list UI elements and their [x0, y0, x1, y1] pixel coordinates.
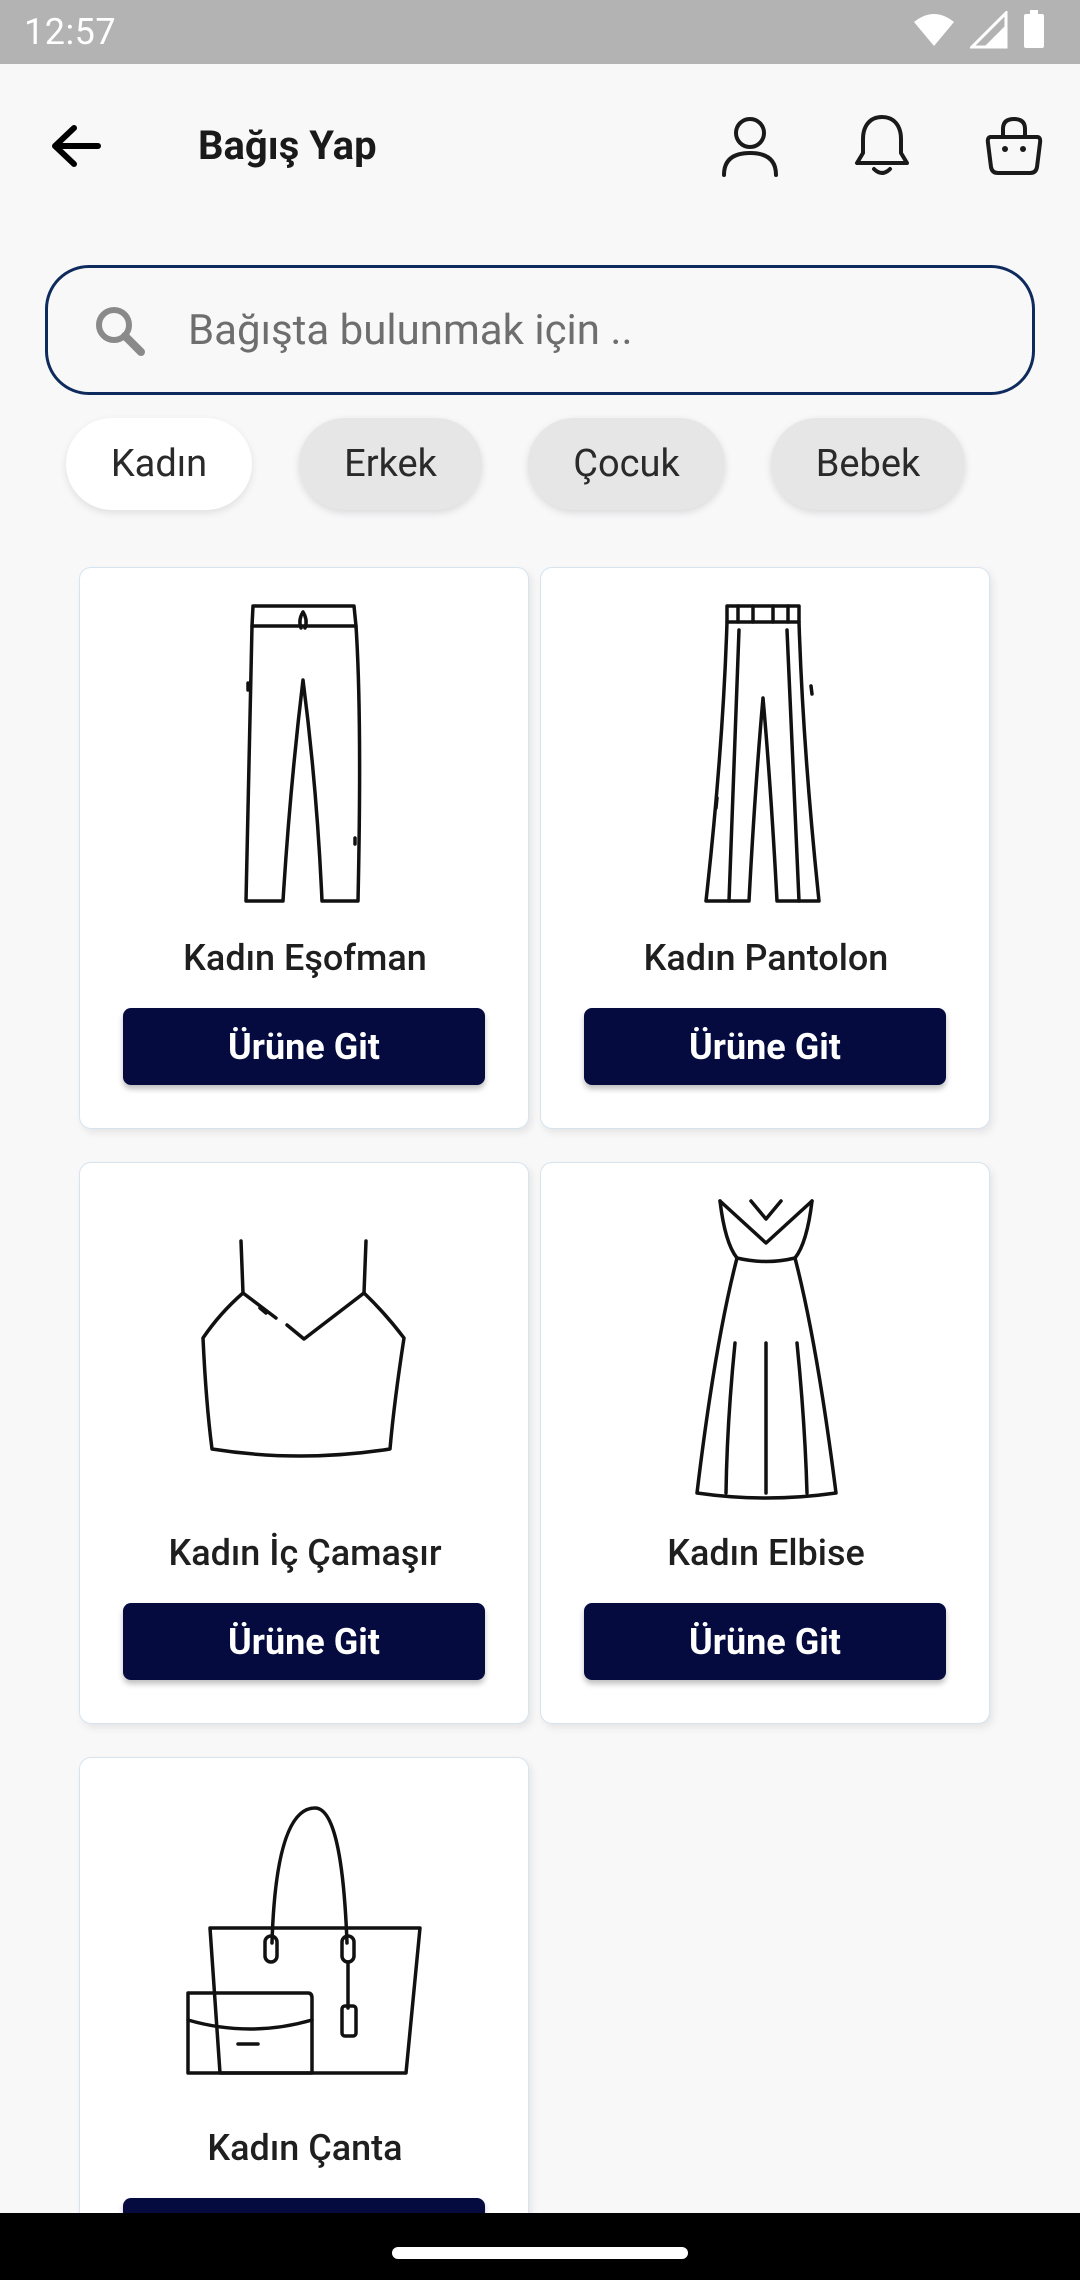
shopping-bag-icon[interactable]: [978, 110, 1050, 182]
handbag-icon: [80, 1758, 530, 2128]
go-to-product-button[interactable]: Ürüne Git: [123, 1008, 485, 1085]
app-bar: Bağış Yap: [0, 64, 1080, 222]
sweatpants-icon: [80, 568, 530, 938]
product-card[interactable]: Kadın Pantolon Ürüne Git: [540, 567, 990, 1129]
battery-icon: [1022, 10, 1046, 54]
product-name: Kadın Eşofman: [183, 937, 427, 979]
product-name: Kadın Çanta: [207, 2127, 403, 2169]
search-input[interactable]: [188, 268, 1032, 392]
navigation-bar: [0, 2213, 1080, 2280]
status-time: 12:57: [24, 11, 117, 53]
product-name: Kadın Pantolon: [643, 937, 889, 979]
product-card[interactable]: Kadın Elbise Ürüne Git: [540, 1162, 990, 1724]
go-to-product-button[interactable]: Ürüne Git: [584, 1008, 946, 1085]
camisole-icon: [80, 1163, 530, 1533]
user-icon[interactable]: [714, 110, 786, 182]
status-bar: 12:57: [0, 0, 1080, 64]
chip-kadin[interactable]: Kadın: [66, 418, 252, 510]
trousers-icon: [541, 568, 991, 938]
dress-icon: [541, 1163, 991, 1533]
chip-erkek[interactable]: Erkek: [299, 418, 482, 510]
search-box[interactable]: [45, 265, 1035, 395]
home-handle[interactable]: [392, 2247, 688, 2259]
page-title: Bağış Yap: [198, 122, 377, 169]
screen: 12:57 Bağış Yap Bağışta bulunmak için ..…: [0, 0, 1080, 2280]
bell-icon[interactable]: [846, 110, 918, 182]
product-card[interactable]: Kadın İç Çamaşır Ürüne Git: [79, 1162, 529, 1724]
product-card[interactable]: Kadın Çanta Ürüne Git: [79, 1757, 529, 2280]
product-name: Kadın Elbise: [667, 1532, 865, 1574]
go-to-product-button[interactable]: Ürüne Git: [584, 1603, 946, 1680]
chip-cocuk[interactable]: Çocuk: [528, 418, 725, 510]
status-icons: [912, 9, 1046, 54]
product-card[interactable]: Kadın Eşofman Ürüne Git: [79, 567, 529, 1129]
product-name: Kadın İç Çamaşır: [168, 1532, 442, 1574]
go-to-product-button[interactable]: Ürüne Git: [123, 1603, 485, 1680]
back-arrow-icon[interactable]: [44, 114, 108, 178]
wifi-icon: [912, 12, 956, 52]
signal-icon: [968, 9, 1008, 53]
search-icon: [84, 295, 154, 365]
chip-bebek[interactable]: Bebek: [771, 418, 965, 510]
